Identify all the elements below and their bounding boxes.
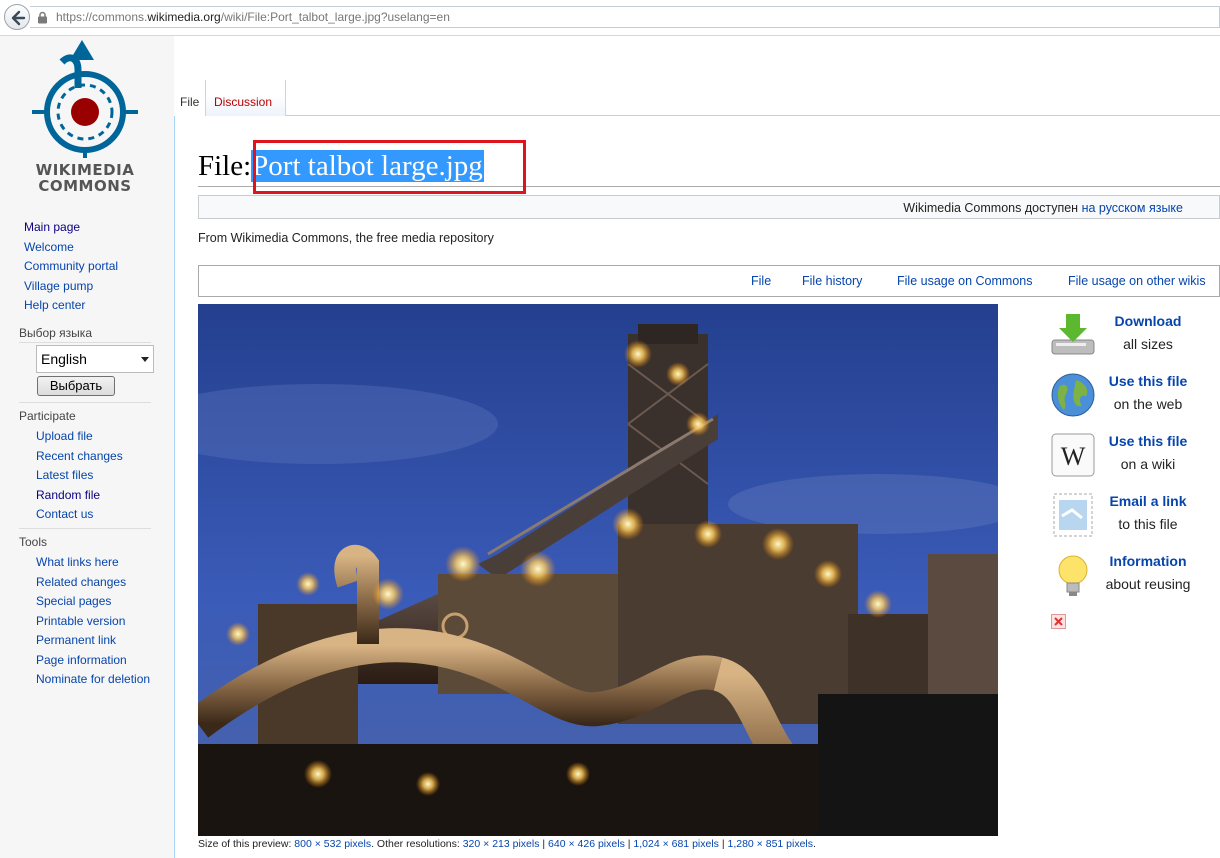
nav-permanent-link[interactable]: Permanent link (36, 631, 150, 651)
nav-contact-us[interactable]: Contact us (36, 505, 123, 525)
url-field[interactable]: https://commons.wikimedia.org/wiki/File:… (30, 6, 1220, 28)
divider (19, 342, 151, 343)
lightbulb-icon (1058, 555, 1088, 596)
participate-navigation: Upload file Recent changes Latest files … (36, 427, 123, 525)
tab-discussion[interactable]: Discussion (206, 80, 286, 116)
nav-latest-files[interactable]: Latest files (36, 466, 123, 486)
site-tagline: From Wikimedia Commons, the free media r… (198, 231, 494, 245)
file-preview-image[interactable] (198, 304, 998, 836)
url-text: https://commons.wikimedia.org/wiki/File:… (56, 10, 450, 24)
highlight-box (253, 140, 526, 194)
language-submit-button[interactable]: Выбрать (37, 376, 115, 396)
svg-text:W: W (1061, 442, 1086, 471)
nav-nominate-deletion[interactable]: Nominate for deletion (36, 670, 150, 690)
email-icon (1053, 493, 1093, 537)
steelworks-photo (198, 304, 998, 836)
browser-address-bar: https://commons.wikimedia.org/wiki/File:… (0, 0, 1220, 36)
tools-heading: Tools (19, 535, 48, 549)
language-notice: Wikimedia Commons доступен на русском яз… (198, 195, 1220, 219)
logo-text: WIKIMEDIA COMMONS (35, 161, 135, 195)
lock-icon (38, 11, 47, 24)
reuse-info-action[interactable]: Information about reusing (1050, 552, 1220, 602)
language-select[interactable]: English (36, 345, 154, 373)
download-action[interactable]: Download all sizes (1050, 312, 1220, 362)
back-button[interactable] (4, 4, 30, 30)
download-icon (1051, 314, 1095, 355)
globe-icon (1051, 373, 1095, 417)
tab-file[interactable]: File (174, 80, 206, 116)
preview-caption: Size of this preview: 800 × 532 pixels. … (198, 838, 816, 850)
file-toc: File File history File usage on Commons … (198, 265, 1220, 297)
divider (19, 402, 151, 403)
sidebar: WIKIMEDIA COMMONS Main page Welcome Comm… (0, 36, 174, 858)
chevron-down-icon (141, 357, 149, 362)
use-on-web-action[interactable]: Use this file on the web (1050, 372, 1220, 422)
toc-file-usage-commons[interactable]: File usage on Commons (897, 274, 1032, 288)
preview-size-link[interactable]: 800 × 532 pixels (294, 838, 371, 850)
resolution-link-640[interactable]: 640 × 426 pixels (548, 838, 625, 850)
main-navigation: Main page Welcome Community portal Villa… (24, 218, 118, 316)
toc-file[interactable]: File (751, 274, 771, 288)
nav-upload-file[interactable]: Upload file (36, 427, 123, 447)
toc-file-usage-other[interactable]: File usage on other wikis (1068, 274, 1206, 288)
resolution-link-1280[interactable]: 1,280 × 851 pixels (727, 838, 813, 850)
nav-main-page[interactable]: Main page (24, 218, 118, 238)
nav-welcome[interactable]: Welcome (24, 238, 118, 258)
wikimedia-commons-logo[interactable]: WIKIMEDIA COMMONS (22, 40, 148, 200)
language-select-value: English (41, 351, 87, 367)
nav-what-links-here[interactable]: What links here (36, 553, 150, 573)
participate-heading: Participate (19, 409, 76, 423)
tools-navigation: What links here Related changes Special … (36, 553, 150, 690)
back-arrow-icon (11, 10, 26, 26)
nav-page-information[interactable]: Page information (36, 651, 150, 671)
commons-logo-icon (32, 40, 138, 158)
nav-help-center[interactable]: Help center (24, 296, 118, 316)
language-heading: Выбор языка (19, 326, 92, 340)
resolution-link-320[interactable]: 320 × 213 pixels (463, 838, 540, 850)
use-on-wiki-action[interactable]: W Use this file on a wiki (1050, 432, 1220, 482)
nav-recent-changes[interactable]: Recent changes (36, 447, 123, 467)
nav-random-file[interactable]: Random file (36, 486, 123, 506)
resolution-link-1024[interactable]: 1,024 × 681 pixels (633, 838, 719, 850)
language-notice-link[interactable]: на русском языке (1082, 201, 1183, 215)
divider (19, 528, 151, 529)
nav-community-portal[interactable]: Community portal (24, 257, 118, 277)
email-link-action[interactable]: Email a link to this file (1050, 492, 1220, 542)
toc-file-history[interactable]: File history (802, 274, 862, 288)
close-icon[interactable] (1051, 614, 1066, 629)
nav-related-changes[interactable]: Related changes (36, 573, 150, 593)
nav-special-pages[interactable]: Special pages (36, 592, 150, 612)
nav-printable-version[interactable]: Printable version (36, 612, 150, 632)
nav-village-pump[interactable]: Village pump (24, 277, 118, 297)
wikipedia-icon: W (1051, 433, 1095, 477)
